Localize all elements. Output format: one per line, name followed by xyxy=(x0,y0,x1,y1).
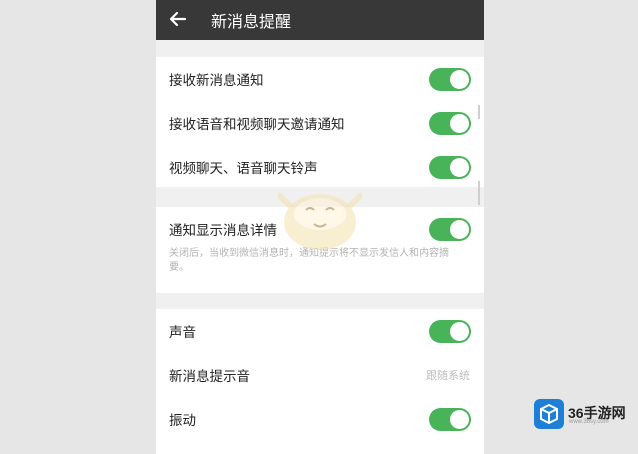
toggle-knob xyxy=(450,70,469,89)
ringtone-toggle[interactable] xyxy=(429,156,471,179)
sound-section: 声音 新消息提示音 跟随系统 振动 xyxy=(156,309,484,442)
scroll-indicator xyxy=(478,105,480,119)
top-bar: 新消息提醒 xyxy=(156,0,484,40)
setting-row-vibrate[interactable]: 振动 xyxy=(156,397,484,441)
page-title: 新消息提醒 xyxy=(211,12,292,31)
scroll-indicator xyxy=(478,181,480,205)
right-background xyxy=(484,0,638,454)
setting-row-tone[interactable]: 新消息提示音 跟随系统 xyxy=(156,353,484,397)
brand-logo-icon xyxy=(534,399,564,429)
toggle-knob xyxy=(450,114,469,133)
setting-label: 振动 xyxy=(169,413,196,429)
left-background xyxy=(0,0,156,454)
cube-icon xyxy=(540,403,558,425)
setting-label: 视频聊天、语音聊天铃声 xyxy=(169,161,318,177)
toggle-knob xyxy=(450,410,469,429)
setting-label: 接收新消息通知 xyxy=(169,73,264,89)
sound-toggle[interactable] xyxy=(429,320,471,343)
notification-section: 接收新消息通知 接收语音和视频聊天邀请通知 视频聊天、语音聊天铃声 xyxy=(156,57,484,187)
toggle-knob xyxy=(450,158,469,177)
toggle-knob xyxy=(450,322,469,341)
mascot-watermark-icon xyxy=(277,193,363,250)
show-details-toggle[interactable] xyxy=(429,218,471,241)
brand-badge: 36手游网 www.36sy.com xyxy=(534,399,630,429)
setting-label: 接收语音和视频聊天邀请通知 xyxy=(169,117,345,133)
back-arrow-icon[interactable] xyxy=(168,9,188,29)
brand-url: www.36sy.com xyxy=(569,419,609,425)
setting-row-sound[interactable]: 声音 xyxy=(156,309,484,353)
setting-label: 通知显示消息详情 xyxy=(169,223,277,239)
setting-label: 声音 xyxy=(169,325,196,341)
setting-row-call-invite[interactable]: 接收语音和视频聊天邀请通知 xyxy=(156,101,484,145)
tone-value: 跟随系统 xyxy=(426,369,470,382)
new-message-toggle[interactable] xyxy=(429,68,471,91)
vibrate-toggle[interactable] xyxy=(429,408,471,431)
setting-row-new-message[interactable]: 接收新消息通知 xyxy=(156,57,484,101)
setting-label: 新消息提示音 xyxy=(169,369,250,385)
call-invite-toggle[interactable] xyxy=(429,112,471,135)
toggle-knob xyxy=(450,220,469,239)
